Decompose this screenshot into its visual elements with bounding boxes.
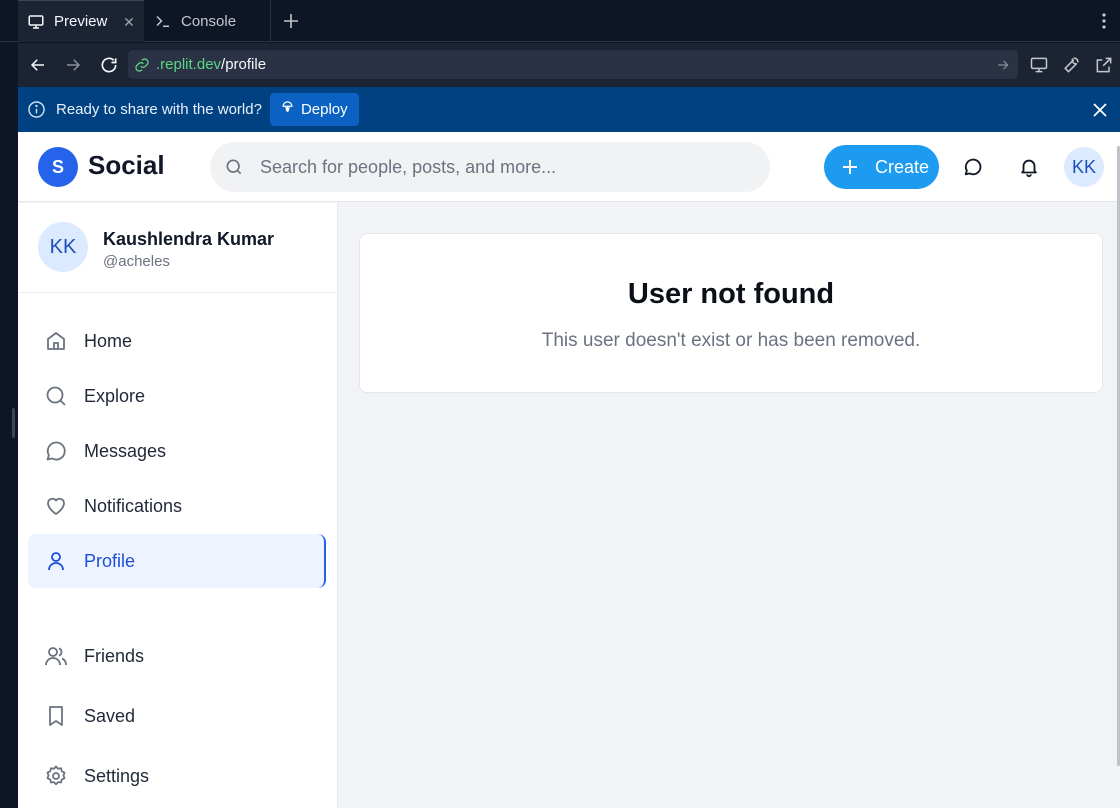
users-icon (43, 643, 69, 669)
close-tab-icon[interactable]: ✕ (120, 13, 138, 31)
url-bar: .replit.dev/profile (18, 43, 1120, 87)
sidebar: KK Kaushlendra Kumar @acheles Home Explo… (18, 203, 338, 808)
sidebar-item-label: Profile (84, 550, 136, 571)
create-label: Create (875, 156, 930, 177)
sidebar-item-label: Friends (84, 645, 145, 666)
user-name: Kaushlendra Kumar (103, 229, 275, 249)
wrench-icon[interactable] (1060, 54, 1082, 76)
left-panel-strip (0, 0, 18, 808)
sidebar-item-friends[interactable]: Friends (28, 629, 326, 683)
search-bar (210, 142, 770, 192)
sidebar-item-label: Settings (84, 765, 150, 786)
social-app: S Social Create KK KK Kaushlendra Kumar … (18, 132, 1120, 808)
avatar[interactable]: KK (1064, 147, 1104, 187)
bookmark-icon (43, 703, 69, 729)
tab-label: Preview (54, 13, 108, 30)
sidebar-item-label: Saved (84, 705, 136, 726)
forward-arrow-icon[interactable] (61, 53, 85, 77)
bell-icon[interactable] (1017, 155, 1041, 179)
sidebar-item-profile[interactable]: Profile (28, 534, 326, 588)
app-header: S Social Create KK (18, 132, 1120, 202)
terminal-icon (153, 11, 173, 31)
url-host: .replit.dev (156, 56, 222, 73)
reload-icon[interactable] (97, 53, 121, 77)
logo[interactable]: S (38, 147, 78, 187)
sidebar-item-label: Explore (84, 385, 146, 406)
deploy-banner: Ready to share with the world? Deploy (18, 87, 1120, 132)
deploy-label: Deploy (300, 101, 348, 118)
message-icon (43, 438, 69, 464)
sidebar-item-explore[interactable]: Explore (28, 369, 326, 423)
deploy-button[interactable]: Deploy (269, 93, 359, 126)
sidebar-item-label: Home (84, 330, 133, 351)
create-button[interactable]: Create (824, 145, 939, 189)
link-icon (134, 56, 152, 74)
devices-icon[interactable] (1028, 54, 1050, 76)
info-icon (26, 100, 46, 120)
tab-preview[interactable]: Preview ✕ (18, 0, 144, 42)
sidebar-item-label: Messages (84, 440, 167, 461)
brand-name[interactable]: Social (88, 150, 165, 181)
deploy-icon (280, 100, 295, 119)
tab-label: Console (181, 12, 237, 30)
sidebar-item-home[interactable]: Home (28, 314, 326, 368)
go-arrow-icon[interactable] (994, 56, 1012, 74)
error-message: This user doesn't exist or has been remo… (541, 330, 921, 351)
user-handle: @acheles (103, 253, 170, 270)
close-icon[interactable] (1090, 100, 1110, 120)
url-path: /profile (221, 56, 267, 73)
search-icon (43, 383, 69, 409)
tab-bar: Preview ✕ Console (0, 0, 1120, 42)
gear-icon (43, 763, 69, 789)
new-tab-button[interactable] (280, 10, 302, 32)
error-title: User not found (627, 278, 835, 310)
sidebar-item-label: Notifications (84, 495, 183, 516)
open-external-icon[interactable] (1093, 54, 1115, 76)
more-vertical-icon[interactable] (1094, 10, 1114, 32)
plus-icon (841, 158, 859, 176)
search-icon (224, 156, 246, 178)
resize-handle[interactable] (12, 408, 15, 438)
error-card: User not found This user doesn't exist o… (359, 233, 1103, 393)
user-icon (43, 548, 69, 574)
sidebar-item-settings[interactable]: Settings (28, 749, 326, 803)
sidebar-item-messages[interactable]: Messages (28, 424, 326, 478)
message-icon[interactable] (961, 155, 985, 179)
user-card[interactable]: KK Kaushlendra Kumar @acheles (18, 203, 337, 293)
sidebar-item-notifications[interactable]: Notifications (28, 479, 326, 533)
sidebar-item-saved[interactable]: Saved (28, 689, 326, 743)
url-field[interactable]: .replit.dev/profile (128, 50, 1018, 79)
back-arrow-icon[interactable] (26, 53, 50, 77)
tab-console[interactable]: Console (145, 0, 271, 42)
avatar: KK (38, 222, 88, 272)
search-input[interactable] (260, 156, 730, 178)
monitor-icon (26, 12, 46, 32)
deploy-message: Ready to share with the world? (56, 101, 262, 118)
home-icon (43, 328, 69, 354)
heart-icon (43, 493, 69, 519)
